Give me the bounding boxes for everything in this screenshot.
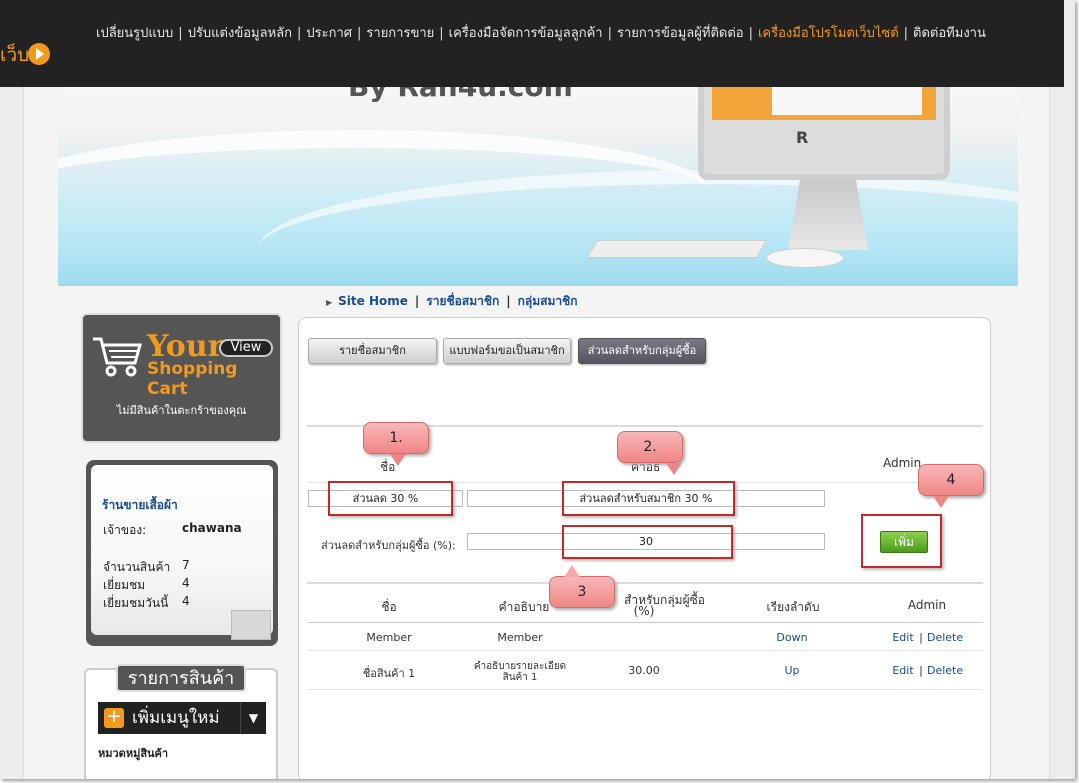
divider [307, 582, 983, 584]
annotation-box-3 [562, 525, 733, 559]
callout-pointer [564, 565, 580, 577]
keyboard-image [586, 240, 768, 258]
products-count-value: 7 [182, 558, 190, 572]
breadcrumb-member-list[interactable]: รายชื่อสมาชิก [426, 294, 499, 308]
breadcrumb-site-home[interactable]: Site Home [338, 294, 408, 308]
avatar [231, 610, 271, 640]
menu-item-contact-team[interactable]: ติดต่อทีมงาน [913, 22, 986, 43]
callout-pointer [933, 496, 949, 508]
tab-buyer-group-discount[interactable]: ส่วนลดสำหรับกลุ่มผู้ซื้อ [578, 338, 706, 364]
site-logo[interactable]: เว็บ [0, 40, 29, 70]
shopping-cart-widget: Your View Shopping Cart ไม่มีสินค้าในตะก… [81, 313, 282, 443]
row-2-order-up-link[interactable]: Up [762, 664, 822, 677]
row-1-name: Member [366, 631, 412, 644]
shop-name[interactable]: ร้านขายเสื้อผ้า [102, 496, 178, 515]
divider [307, 622, 983, 623]
callout-4: 4 [918, 464, 984, 508]
annotation-box-1 [328, 481, 453, 516]
row-2-name: ชื่อสินค้า 1 [362, 667, 416, 680]
callout-pointer [666, 463, 682, 475]
row-1-delete-link[interactable]: Delete [927, 631, 963, 644]
shop-info-widget: ร้านขายเสื้อผ้า เจ้าของ: chawana จำนวนสิ… [86, 460, 278, 646]
table-header-admin: Admin [907, 598, 947, 612]
add-menu-button[interactable]: + เพิ่มเมนูใหม่ ▼ [98, 702, 266, 734]
menu-item-contacts[interactable]: รายการข้อมูลผู้ที่ติดต่อ [617, 22, 744, 43]
mouse-image [766, 248, 844, 268]
menu-item-announcement[interactable]: ประกาศ [306, 22, 352, 43]
table-row-divider [307, 689, 983, 690]
row-2-percent: 30.00 [628, 664, 660, 677]
tab-member-request-form[interactable]: แบบฟอร์มขอเป็นสมาชิก [443, 338, 571, 364]
menu-separator: | [903, 26, 909, 41]
callout-pointer [390, 454, 406, 466]
row-1-order-down-link[interactable]: Down [762, 631, 822, 644]
table-header-description: คำอธิบาย [498, 600, 550, 614]
tab-member-list[interactable]: รายชื่อสมาชิก [308, 338, 437, 364]
row-1-edit-link[interactable]: Edit [891, 631, 915, 644]
row-2-description-line2: สินค้า 1 [502, 672, 538, 683]
table-header-percent-unit: (%) [633, 604, 655, 618]
menu-item-sales[interactable]: รายการขาย [366, 22, 434, 43]
annotation-box-4 [861, 514, 942, 568]
screenshot-frame: By Ran4u.com R เว็บ เปลี่ยนรูปแบบ|ปรับแต… [0, 0, 1075, 779]
menu-separator: | [357, 26, 362, 41]
add-menu-label: เพิ่มเมนูใหม่ [132, 708, 220, 728]
cart-view-button[interactable]: View [219, 339, 273, 357]
menu-item-main-settings[interactable]: ปรับแต่งข้อมูลหลัก [188, 22, 292, 43]
visits-today-label: เยี่ยมชมวันนี้ [103, 596, 169, 610]
breadcrumb-arrow-icon: ▶ [326, 298, 333, 307]
menu-separator: | [296, 26, 302, 41]
breadcrumb-separator: | [506, 294, 511, 308]
monitor-stand [788, 180, 868, 250]
table-header-name: ชื่อ [381, 600, 397, 614]
menu-item-promote-tools[interactable]: เครื่องมือโปรโมตเว็บไซต์ [758, 22, 899, 43]
cart-shopping-cart-text: Shopping Cart [147, 359, 238, 399]
menu-separator: | [748, 26, 753, 41]
menu-separator: | [607, 26, 612, 41]
row-1-action-separator: | [919, 631, 923, 644]
breadcrumb-member-group[interactable]: กลุ่มสมาชิก [518, 294, 578, 308]
monitor-logo: R [796, 128, 809, 147]
products-count-label: จำนวนสินค้า [103, 560, 171, 574]
callout-2-label: 2. [643, 439, 657, 455]
callout-3: 3 [549, 565, 615, 608]
owner-value: chawana [182, 521, 242, 535]
shop-info-panel: ร้านขายเสื้อผ้า เจ้าของ: chawana จำนวนสิ… [91, 465, 273, 640]
cart-empty-message: ไม่มีสินค้าในตะกร้าของคุณ [116, 404, 247, 417]
product-list-widget: รายการสินค้า + เพิ่มเมนูใหม่ ▼ หมวดหมู่ส… [84, 664, 278, 779]
top-menu: เปลี่ยนรูปแบบ | ปรับแต่งข้อมูลหลัก | ประกาศ |… [96, 22, 986, 43]
callout-1-label: 1. [389, 430, 403, 446]
form-header-admin: Admin [883, 456, 922, 470]
menu-separator: | [439, 26, 444, 41]
shopping-cart-icon [93, 337, 142, 377]
product-list-title: รายการสินค้า [116, 664, 246, 692]
menu-item-change-theme[interactable]: เปลี่ยนรูปแบบ [96, 22, 173, 43]
owner-label: เจ้าของ: [103, 523, 147, 537]
breadcrumb: ▶ Site Home | รายชื่อสมาชิก | กลุ่มสมาชิก [326, 292, 578, 311]
chevron-down-icon[interactable]: ▼ [240, 702, 266, 734]
row-2-delete-link[interactable]: Delete [927, 664, 963, 677]
menu-item-customer-tools[interactable]: เครื่องมือจัดการข้อมูลลูกค้า [449, 22, 603, 43]
plus-icon: + [104, 708, 124, 728]
callout-4-label: 4 [946, 472, 956, 488]
breadcrumb-separator: | [414, 294, 420, 308]
callout-2: 2. [617, 431, 683, 475]
annotation-box-2 [562, 481, 735, 516]
visits-value: 4 [182, 576, 190, 590]
admin-menu-bar: เว็บ เปลี่ยนรูปแบบ | ปรับแต่งข้อมูลหลัก | ปร… [0, 0, 1064, 87]
table-header-order: เรียงลำดับ [766, 600, 820, 614]
menu-separator: | [178, 26, 183, 41]
visits-today-value: 4 [182, 594, 190, 608]
visits-label: เยี่ยมชม [103, 578, 146, 592]
product-category-link[interactable]: หมวดหมู่สินค้า [98, 744, 168, 762]
callout-1: 1. [363, 422, 429, 466]
discount-label: ส่วนลดสำหรับกลุ่มผู้ซื้อ (%): [321, 539, 456, 552]
play-icon[interactable] [28, 43, 50, 65]
row-2-edit-link[interactable]: Edit [891, 664, 915, 677]
callout-3-label: 3 [577, 584, 587, 600]
row-2-action-separator: | [919, 664, 923, 677]
row-1-description: Member [497, 631, 543, 644]
table-row-divider [307, 650, 983, 651]
